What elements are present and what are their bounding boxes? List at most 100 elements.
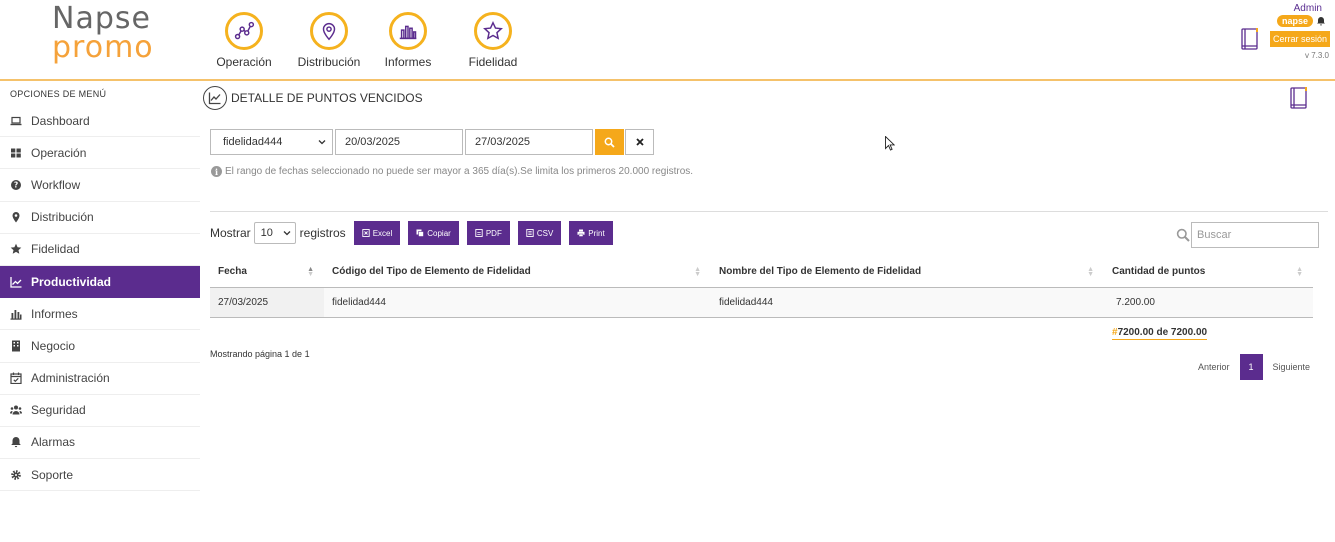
loyalty-type-select[interactable]: fidelidad444: [210, 129, 333, 155]
copy-button-label: Copiar: [427, 228, 451, 238]
date-range-hint: i El rango de fechas seleccionado no pue…: [211, 166, 693, 177]
print-icon: [577, 229, 585, 237]
table-search-input[interactable]: [1191, 222, 1319, 248]
map-marker-icon: [12, 212, 20, 223]
col-header-codigo[interactable]: Código del Tipo de Elemento de Fidelidad…: [324, 257, 711, 288]
sidebar-item-operacion[interactable]: Operación: [0, 137, 200, 170]
line-chart-circle-icon: [203, 86, 227, 110]
topnav-distribucion-label: Distribución: [297, 55, 361, 69]
loyalty-type-value: fidelidad444: [223, 136, 283, 148]
calendar-check-icon: [10, 372, 22, 385]
file-text-icon: [526, 229, 534, 237]
sidebar-item-label: Productividad: [31, 274, 112, 289]
clear-button[interactable]: [625, 129, 654, 155]
manual-book-icon[interactable]: [1289, 86, 1309, 110]
col-header-label: Código del Tipo de Elemento de Fidelidad: [332, 266, 531, 278]
sidebar-item-informes[interactable]: Informes: [0, 298, 200, 331]
pdf-button[interactable]: PDF: [466, 221, 510, 245]
excel-button-label: Excel: [372, 228, 393, 238]
chevron-down-icon: [318, 140, 326, 145]
sidebar-item-label: Informes: [31, 306, 78, 321]
date-to-input[interactable]: 27/03/2025: [465, 129, 593, 155]
col-header-label: Cantidad de puntos: [1112, 266, 1206, 278]
cell-nombre: fidelidad444: [711, 287, 1104, 318]
cell-fecha: 27/03/2025: [210, 287, 324, 318]
pagination-next[interactable]: Siguiente: [1265, 362, 1319, 372]
topnav-operacion[interactable]: Operación: [205, 12, 283, 69]
star-icon: [10, 244, 22, 255]
logout-button[interactable]: Cerrar sesión: [1269, 31, 1330, 47]
sort-icon: ▲ ▼: [1087, 266, 1094, 278]
cell-cantidad: 7.200.00: [1104, 287, 1313, 318]
manual-book-icon[interactable]: [1240, 27, 1260, 51]
sidebar-item-label: Fidelidad: [31, 242, 80, 257]
col-header-cantidad[interactable]: Cantidad de puntos ▲ ▼: [1104, 257, 1313, 288]
grid-icon: [11, 148, 21, 158]
file-pdf-icon: [475, 229, 483, 237]
pdf-button-label: PDF: [485, 228, 502, 238]
search-button[interactable]: [595, 129, 624, 155]
table-header-row: Fecha ▲ ▼ Código del Tipo de Elemento de …: [210, 257, 1313, 288]
filters-bar: fidelidad444 20/03/2025 27/03/2025: [210, 129, 654, 155]
sidebar-item-label: Workflow: [31, 177, 81, 192]
sidebar-item-negocio[interactable]: Negocio: [0, 330, 200, 363]
sidebar-item-label: Soporte: [31, 467, 74, 482]
file-excel-icon: [362, 229, 370, 237]
sidebar-item-workflow[interactable]: ? Workflow: [0, 169, 200, 202]
col-header-label: Nombre del Tipo de Elemento de Fidelidad: [719, 266, 922, 278]
sidebar-item-soporte[interactable]: Soporte: [0, 459, 200, 492]
pagination: Anterior 1 Siguiente: [1190, 354, 1318, 380]
sidebar-item-alarmas[interactable]: Alarmas: [0, 427, 200, 460]
topnav-informes[interactable]: Informes: [369, 12, 447, 69]
topnav-distribucion[interactable]: Distribución: [290, 12, 368, 69]
col-header-fecha[interactable]: Fecha ▲ ▼: [210, 257, 324, 288]
chevron-down-icon: [283, 231, 291, 236]
main-content: DETALLE DE PUNTOS VENCIDOS fidelidad444 …: [200, 83, 1335, 542]
sidebar-item-label: Administración: [31, 371, 110, 386]
sidebar-item-seguridad[interactable]: Seguridad: [0, 395, 200, 427]
sort-asc-icon: ▲ ▼: [307, 266, 314, 278]
pagination-prev[interactable]: Anterior: [1190, 362, 1238, 372]
date-from-input[interactable]: 20/03/2025: [335, 129, 463, 155]
records-label: registros: [299, 226, 346, 240]
sidebar-item-dashboard[interactable]: Dashboard: [0, 105, 200, 138]
sidebar-item-label: Dashboard: [31, 113, 90, 128]
bar-chart-icon: [389, 12, 427, 50]
star-icon: [474, 12, 512, 50]
question-circle-icon: ?: [11, 179, 21, 190]
sidebar-item-productividad[interactable]: Productividad: [0, 265, 200, 299]
copy-button[interactable]: Copiar: [408, 221, 459, 245]
col-header-nombre[interactable]: Nombre del Tipo de Elemento de Fidelidad…: [711, 257, 1104, 288]
sidebar-item-label: Distribución: [31, 210, 94, 225]
mouse-cursor-icon: [885, 136, 895, 151]
sort-icon: ▲ ▼: [694, 266, 701, 278]
bell-icon: [11, 437, 21, 448]
csv-button-label: CSV: [536, 228, 554, 238]
print-button[interactable]: Print: [569, 221, 613, 245]
user-box: Admin napse Cerrar sesión v 7.3.0: [1260, 3, 1330, 60]
csv-button[interactable]: CSV: [517, 221, 562, 245]
sidebar-item-fidelidad[interactable]: Fidelidad: [0, 234, 200, 266]
sidebar-item-distribucion[interactable]: Distribución: [0, 202, 200, 234]
pagination-info: Mostrando página 1 de 1: [210, 349, 310, 359]
topnav-operacion-label: Operación: [216, 55, 272, 69]
app-version: v 7.3.0: [1304, 51, 1329, 60]
sidebar-item-administracion[interactable]: Administración: [0, 363, 200, 395]
sidebar-item-label: Negocio: [31, 338, 76, 353]
notification-bell-icon[interactable]: [1316, 16, 1326, 26]
username[interactable]: Admin: [1260, 3, 1330, 14]
map-pin-icon: [310, 12, 348, 50]
info-icon: i: [211, 166, 222, 177]
topnav-informes-label: Informes: [384, 55, 432, 69]
topnav-fidelidad[interactable]: Fidelidad: [454, 12, 532, 69]
pagination-page[interactable]: 1: [1239, 354, 1263, 380]
top-nav: Operación Distribución Informes Fidelida…: [205, 12, 532, 69]
points-table: Fecha ▲ ▼ Código del Tipo de Elemento de …: [210, 257, 1313, 318]
tenant-badge: napse: [1276, 15, 1313, 27]
print-button-label: Print: [588, 228, 605, 238]
table-row[interactable]: 27/03/2025 fidelidad444 fidelidad444 7.2…: [210, 287, 1313, 318]
excel-button[interactable]: Excel: [353, 221, 401, 245]
page-length-value: 10: [260, 227, 273, 239]
napse-promo-logo[interactable]: Napse promo: [52, 4, 153, 63]
page-length-select[interactable]: 10: [253, 222, 296, 244]
